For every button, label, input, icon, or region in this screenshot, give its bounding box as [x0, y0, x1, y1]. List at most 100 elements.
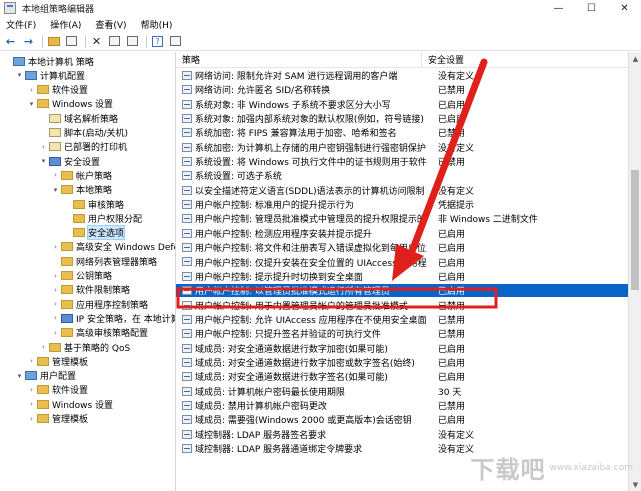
expand-icon[interactable]: › — [51, 286, 60, 294]
navigation-tree[interactable]: 本地计算机 策略 ▾ 计算机配置 › 软件设置 ▾ Windows 设置 域名解析策略 脚本(启… — [0, 52, 176, 491]
policy-setting-value: 已禁用 — [438, 301, 466, 312]
policy-row[interactable]: 用户帐户控制: 允许 UIAccess 应用程序在不使用安全桌面... 已禁用 — [176, 313, 628, 326]
tree-item[interactable]: 安全选项 — [0, 225, 126, 241]
menu-view[interactable]: 查看(V) — [95, 18, 126, 31]
tree-item[interactable]: › 已部署的打印机 — [0, 140, 127, 154]
export-list-icon[interactable] — [125, 34, 140, 49]
tree-item[interactable]: 域名解析策略 — [0, 111, 118, 125]
policy-row[interactable]: 域成员: 计算机帐户密码最长使用期限 30 天 — [176, 385, 628, 398]
policy-row[interactable]: 域成员: 禁用计算机帐户密码更改 已禁用 — [176, 399, 628, 412]
tree-item[interactable]: › 公钥策略 — [0, 269, 112, 283]
policy-row[interactable]: 域成员: 对安全通道数据进行数字加密(如果可能) 已启用 — [176, 342, 628, 355]
tree-item[interactable]: 脚本(启动/关机) — [0, 126, 128, 140]
expand-icon[interactable]: › — [51, 314, 60, 322]
policy-row[interactable]: 用户帐户控制: 仅提升安装在安全位置的 UIAccess 应用程序 已启用 — [176, 256, 628, 268]
policy-name: 用户帐户控制: 管理员批准模式中管理员的提升权限提示的... — [195, 215, 427, 226]
help-icon[interactable]: ? — [150, 34, 165, 49]
policy-row[interactable]: 域控制器: LDAP 服务器签名要求 没有定义 — [176, 428, 628, 441]
expand-icon[interactable]: › — [27, 357, 36, 365]
expand-icon[interactable]: › — [27, 415, 36, 423]
folder-icon — [37, 414, 49, 423]
maximize-button[interactable]: ☐ — [575, 0, 608, 16]
policy-icon — [49, 128, 61, 137]
scrollbar-thumb[interactable] — [631, 170, 639, 290]
expand-icon[interactable]: › — [39, 143, 48, 151]
folder-icon — [61, 328, 73, 338]
policy-name: 域成员: 对安全通道数据进行数字加密或数字签名(始终) — [195, 358, 415, 369]
policy-name: 用户帐户控制: 只提升签名并验证的可执行文件 — [195, 330, 381, 341]
expand-icon[interactable]: › — [27, 386, 36, 394]
scroll-up-icon[interactable]: ▲ — [629, 52, 641, 65]
policy-row[interactable]: 系统设置: 可选子系统 — [176, 169, 628, 182]
policy-row[interactable]: 用户帐户控制: 将文件和注册表写入错误虚拟化到每用户位置 已启用 — [176, 241, 628, 254]
tree-item[interactable]: › 管理模板 — [0, 412, 88, 426]
menu-action[interactable]: 操作(A) — [50, 18, 81, 31]
tree-item[interactable]: › 软件设置 — [0, 383, 88, 397]
tree-item[interactable]: › 软件限制策略 — [0, 283, 130, 297]
tree-item[interactable]: 本地计算机 策略 — [0, 54, 94, 68]
menu-file[interactable]: 文件(F) — [6, 18, 36, 31]
policy-row[interactable]: 系统设置: 将 Windows 可执行文件中的证书规则用于软件... 已禁用 — [176, 155, 628, 168]
vertical-scrollbar[interactable]: ▲ ▼ — [628, 52, 641, 491]
policy-row[interactable]: 域成员: 需要强(Windows 2000 或更高版本)会话密钥 已启用 — [176, 413, 628, 426]
tree-item[interactable]: ▾ 计算机配置 — [0, 68, 85, 82]
collapse-icon[interactable]: ▾ — [15, 372, 24, 380]
tree-item[interactable]: ▾ 安全设置 — [0, 154, 100, 168]
properties-icon[interactable] — [107, 34, 122, 49]
tree-item[interactable]: 用户权限分配 — [0, 211, 142, 225]
policy-row[interactable]: 系统加密: 将 FIPS 兼容算法用于加密、哈希和签名 已禁用 — [176, 126, 628, 139]
column-header-policy[interactable]: 策略 — [176, 52, 422, 68]
back-arrow-icon[interactable]: ← — [3, 34, 18, 49]
policy-row[interactable]: 系统对象: 加强内部系统对象的默认权限(例如，符号链接) 已启用 — [176, 112, 628, 125]
policy-row[interactable]: 系统对象: 非 Windows 子系统不要求区分大小写 已启用 — [176, 98, 628, 111]
expand-icon[interactable]: › — [27, 400, 36, 408]
tree-item[interactable]: 审核策略 — [0, 197, 124, 211]
collapse-icon[interactable]: ▾ — [51, 186, 60, 194]
console-view-icon[interactable] — [168, 34, 183, 49]
expand-icon[interactable]: › — [51, 272, 60, 280]
tree-item[interactable]: ▾ 用户配置 — [0, 369, 76, 383]
policy-row[interactable]: 域成员: 对安全通道数据进行数字加密或数字签名(始终) 已启用 — [176, 356, 628, 369]
tree-item[interactable]: ▾ Windows 设置 — [0, 97, 113, 111]
policy-row[interactable]: 以安全描述符定义语言(SDDL)语法表示的计算机访问限制 没有定义 — [176, 184, 628, 197]
policy-row[interactable]: 域成员: 对安全通道数据进行数字签名(如果可能) 已启用 — [176, 370, 628, 383]
forward-arrow-icon[interactable]: → — [21, 34, 36, 49]
policy-row[interactable]: 用户帐户控制: 检测应用程序安装并提示提升 已启用 — [176, 227, 628, 240]
policy-row[interactable]: 用户帐户控制: 只提升签名并验证的可执行文件 已禁用 — [176, 327, 628, 340]
menu-help[interactable]: 帮助(H) — [141, 18, 173, 31]
tree-item[interactable]: › 基于策略的 QoS — [0, 340, 130, 354]
policy-row[interactable]: 用户帐户控制: 用于内置管理员帐户的管理员批准模式 已禁用 — [176, 299, 628, 312]
tree-item[interactable]: › 应用程序控制策略 — [0, 297, 148, 311]
close-button[interactable]: ✕ — [608, 0, 641, 16]
policy-row[interactable]: 网络访问: 允许匿名 SID/名称转换 已禁用 — [176, 83, 628, 96]
tree-item[interactable]: › IP 安全策略，在 本地计算机 — [0, 311, 175, 325]
tree-item[interactable]: › Windows 设置 — [0, 397, 113, 411]
expand-icon[interactable]: › — [39, 343, 48, 351]
policy-row[interactable]: 网络访问: 限制允许对 SAM 进行远程调用的客户端 没有定义 — [176, 69, 628, 82]
policy-row[interactable]: 系统加密: 为计算机上存储的用户密钥强制进行强密钥保护 没有定义 — [176, 141, 628, 154]
expand-icon[interactable]: › — [51, 329, 60, 337]
tree-item[interactable]: 网络列表管理器策略 — [0, 254, 157, 268]
policy-row[interactable]: 用户帐户控制: 标准用户的提升提示行为 凭据提示 — [176, 198, 628, 211]
show-hide-tree-icon[interactable] — [64, 34, 79, 49]
policy-row[interactable]: 用户帐户控制: 以管理员批准模式运行所有管理员 已启用 — [176, 284, 628, 298]
up-folder-icon[interactable] — [46, 34, 61, 49]
expand-icon[interactable]: › — [27, 86, 36, 94]
collapse-icon[interactable]: ▾ — [15, 71, 24, 79]
tree-item[interactable]: › 帐户策略 — [0, 168, 112, 182]
expand-icon[interactable]: › — [51, 243, 60, 251]
column-header-security-setting[interactable]: 安全设置 — [422, 52, 628, 68]
tree-item[interactable]: ▾ 本地策略 — [0, 183, 112, 197]
tree-item[interactable]: › 管理模板 — [0, 354, 88, 368]
delete-icon[interactable]: ✕ — [89, 34, 104, 49]
policy-row[interactable]: 用户帐户控制: 管理员批准模式中管理员的提升权限提示的... 非 Windows … — [176, 213, 628, 226]
collapse-icon[interactable]: ▾ — [27, 100, 36, 108]
collapse-icon[interactable]: ▾ — [39, 157, 48, 165]
tree-item[interactable]: › 高级安全 Windows Defende — [0, 240, 175, 254]
policy-row[interactable]: 用户帐户控制: 提示提升时切换到安全桌面 已启用 — [176, 270, 628, 283]
expand-icon[interactable]: › — [51, 171, 60, 179]
expand-icon[interactable]: › — [51, 300, 60, 308]
tree-item[interactable]: › 软件设置 — [0, 83, 88, 97]
tree-item[interactable]: › 高级审核策略配置 — [0, 326, 148, 340]
minimize-button[interactable]: — — [542, 0, 575, 16]
